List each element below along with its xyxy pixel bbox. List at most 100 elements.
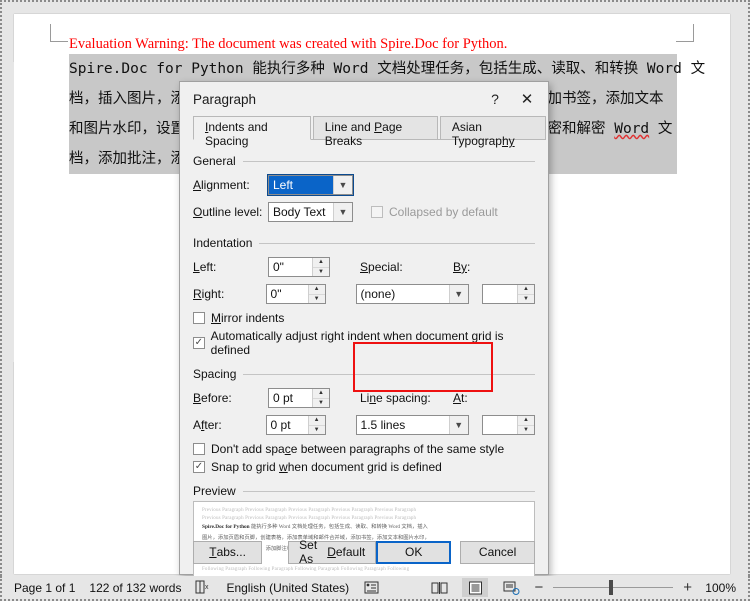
line-spacing-combo[interactable]: 1.5 lines ▼ bbox=[355, 415, 469, 435]
group-preview: Preview bbox=[193, 484, 535, 498]
read-mode-icon[interactable] bbox=[426, 578, 452, 597]
indent-right-spinner-buttons[interactable]: ▲ ▼ bbox=[307, 285, 325, 304]
at-spinner-buttons[interactable]: ▲ ▼ bbox=[517, 416, 534, 434]
indent-left-spinner[interactable]: 0" ▲ ▼ bbox=[268, 257, 330, 277]
zoom-out-button[interactable]: − bbox=[534, 580, 543, 595]
web-layout-icon[interactable] bbox=[498, 578, 524, 597]
spinner-down-icon[interactable]: ▼ bbox=[309, 295, 325, 304]
dialog-footer: Tabs... Set As Default OK Cancel bbox=[180, 530, 548, 574]
status-bar-left: Page 1 of 1 122 of 132 words x English (… bbox=[2, 580, 380, 595]
outline-level-combo[interactable]: Body Text ▼ bbox=[268, 202, 353, 222]
spinner-down-icon[interactable]: ▼ bbox=[309, 426, 325, 435]
special-combo[interactable]: (none) ▼ bbox=[355, 284, 469, 304]
indent-left-label: Left: bbox=[193, 260, 217, 274]
row-indent-left: Left: 0" ▲ ▼ Special: By: bbox=[193, 257, 535, 277]
spinner-down-icon[interactable]: ▼ bbox=[313, 399, 329, 408]
macro-recording-icon[interactable] bbox=[363, 580, 380, 595]
word-count[interactable]: 122 of 132 words bbox=[89, 581, 181, 595]
row-alignment: Alignment: Left ▼ bbox=[193, 174, 535, 196]
spinner-down-icon[interactable]: ▼ bbox=[518, 426, 534, 435]
spacing-after-label: After: bbox=[193, 418, 222, 432]
dont-add-space-row[interactable]: Don't add space between paragraphs of th… bbox=[193, 442, 535, 456]
close-icon[interactable]: ✕ bbox=[510, 84, 544, 114]
dialog-tabs[interactable]: Indents and Spacing Line and Page Breaks… bbox=[180, 116, 548, 148]
tab-indents-and-spacing[interactable]: Indents and Spacing bbox=[193, 116, 311, 148]
cancel-button[interactable]: Cancel bbox=[460, 540, 535, 564]
by-label: By: bbox=[453, 260, 471, 274]
status-bar[interactable]: Page 1 of 1 122 of 132 words x English (… bbox=[0, 576, 750, 601]
snap-to-grid-checkbox[interactable]: ✓ bbox=[193, 461, 205, 473]
set-as-default-button[interactable]: Set As Default bbox=[288, 538, 377, 566]
chevron-down-icon[interactable]: ▼ bbox=[333, 176, 352, 194]
special-label: Special: bbox=[360, 260, 403, 274]
alignment-combo[interactable]: Left ▼ bbox=[267, 174, 354, 196]
spacing-after-spinner-buttons[interactable]: ▲ ▼ bbox=[307, 416, 325, 435]
by-spinner[interactable]: ▲ ▼ bbox=[481, 284, 535, 304]
spinner-up-icon[interactable]: ▲ bbox=[313, 389, 329, 399]
spacing-after-spinner[interactable]: 0 pt ▲ ▼ bbox=[265, 415, 326, 435]
row-indent-right: Right: 0" ▲ ▼ (none) ▼ ▲ ▼ bbox=[193, 284, 535, 304]
auto-adjust-indent-label: Automatically adjust right indent when d… bbox=[210, 329, 504, 357]
spinner-up-icon[interactable]: ▲ bbox=[308, 285, 325, 295]
zoom-level[interactable]: 100% bbox=[702, 581, 736, 595]
row-spacing-before: Before: 0 pt ▲ ▼ Line spacing: At: bbox=[193, 388, 535, 408]
page-indicator[interactable]: Page 1 of 1 bbox=[14, 581, 75, 595]
mirror-indents-checkbox[interactable] bbox=[193, 312, 205, 324]
spacing-before-spinner-buttons[interactable]: ▲ ▼ bbox=[312, 389, 329, 407]
spelling-check-icon[interactable]: x bbox=[195, 580, 212, 595]
collapsed-by-default-checkbox[interactable] bbox=[371, 206, 383, 218]
group-spacing-rule bbox=[243, 373, 535, 375]
at-spinner[interactable]: ▲ ▼ bbox=[481, 415, 535, 435]
row-spacing-after: After: 0 pt ▲ ▼ 1.5 lines ▼ ▲ ▼ bbox=[193, 415, 535, 435]
spacing-before-value[interactable]: 0 pt bbox=[269, 389, 312, 407]
indent-left-value[interactable]: 0" bbox=[269, 258, 312, 276]
group-indentation-rule bbox=[259, 242, 535, 244]
dont-add-space-label: Don't add space between paragraphs of th… bbox=[211, 442, 505, 456]
tab-asian-typography[interactable]: Asian Typography bbox=[439, 116, 546, 148]
indent-right-label: Right: bbox=[193, 287, 225, 301]
snap-to-grid-row[interactable]: ✓ Snap to grid when document grid is def… bbox=[193, 460, 535, 474]
spinner-up-icon[interactable]: ▲ bbox=[313, 258, 329, 268]
spacing-before-label: Before: bbox=[193, 391, 232, 405]
chevron-down-icon[interactable]: ▼ bbox=[448, 416, 468, 434]
paragraph-dialog[interactable]: Paragraph ? ✕ Indents and Spacing Line a… bbox=[179, 81, 549, 586]
evaluation-warning-text: Evaluation Warning: The document was cre… bbox=[69, 36, 508, 52]
spinner-down-icon[interactable]: ▼ bbox=[518, 295, 534, 304]
spacing-before-spinner[interactable]: 0 pt ▲ ▼ bbox=[268, 388, 330, 408]
print-layout-icon[interactable] bbox=[462, 578, 489, 597]
collapsed-by-default-checkbox-row[interactable]: Collapsed by default bbox=[371, 205, 498, 219]
spinner-up-icon[interactable]: ▲ bbox=[518, 416, 534, 426]
dialog-titlebar[interactable]: Paragraph ? ✕ bbox=[180, 82, 548, 116]
at-value[interactable] bbox=[483, 416, 517, 434]
group-general-rule bbox=[242, 160, 535, 162]
preview-previous-line-2: Previous Paragraph Previous Paragraph Pr… bbox=[202, 515, 417, 521]
indent-right-spinner[interactable]: 0" ▲ ▼ bbox=[265, 284, 326, 304]
zoom-in-button[interactable]: + bbox=[683, 580, 692, 595]
group-general: General bbox=[193, 154, 535, 168]
chevron-down-icon[interactable]: ▼ bbox=[448, 285, 468, 303]
chevron-down-icon[interactable]: ▼ bbox=[333, 203, 352, 221]
zoom-slider-thumb[interactable] bbox=[609, 580, 614, 595]
auto-adjust-indent-row[interactable]: ✓ Automatically adjust right indent when… bbox=[193, 329, 535, 357]
tabs-button[interactable]: Tabs... bbox=[193, 540, 263, 564]
auto-adjust-indent-checkbox[interactable]: ✓ bbox=[193, 337, 205, 349]
indent-right-value[interactable]: 0" bbox=[267, 285, 308, 303]
tab-line-and-page-breaks[interactable]: Line and Page Breaks bbox=[312, 116, 438, 148]
spacing-after-value[interactable]: 0 pt bbox=[267, 416, 308, 434]
ok-button[interactable]: OK bbox=[376, 540, 452, 564]
dont-add-space-checkbox[interactable] bbox=[193, 443, 205, 455]
language-indicator[interactable]: English (United States) bbox=[226, 581, 349, 595]
spinner-up-icon[interactable]: ▲ bbox=[518, 285, 534, 295]
by-value[interactable] bbox=[483, 285, 517, 303]
snap-to-grid-label: Snap to grid when document grid is defin… bbox=[211, 460, 442, 474]
spinner-down-icon[interactable]: ▼ bbox=[313, 268, 329, 277]
spinner-up-icon[interactable]: ▲ bbox=[308, 416, 325, 426]
mirror-indents-row[interactable]: Mirror indents bbox=[193, 311, 535, 325]
zoom-slider[interactable] bbox=[553, 580, 674, 595]
indent-left-spinner-buttons[interactable]: ▲ ▼ bbox=[312, 258, 329, 276]
by-spinner-buttons[interactable]: ▲ ▼ bbox=[517, 285, 534, 303]
special-value: (none) bbox=[360, 287, 396, 301]
help-icon[interactable]: ? bbox=[480, 84, 510, 114]
document-line-1: Spire.Doc for Python 能执行多种 Word 文档处理任务，包… bbox=[69, 54, 705, 84]
at-label: At: bbox=[453, 391, 468, 405]
